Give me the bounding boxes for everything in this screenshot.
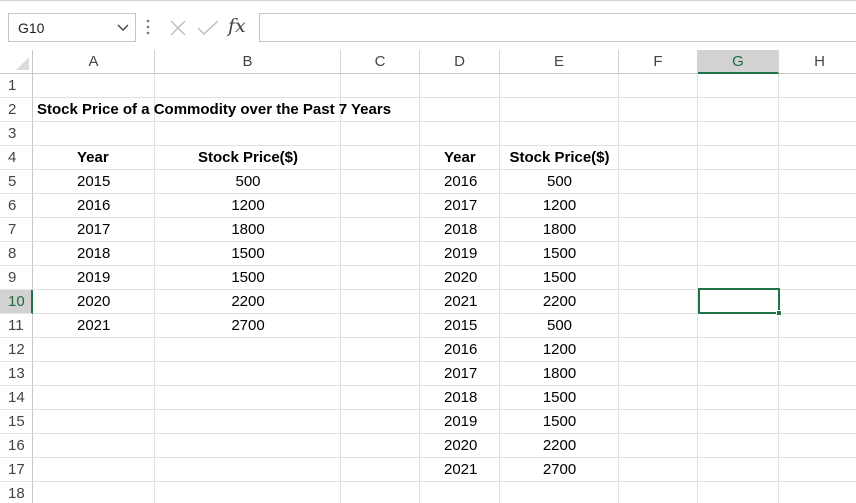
name-box-value: G10 xyxy=(18,20,45,36)
table2-cell-price[interactable]: 1500 xyxy=(500,242,619,266)
row-header-16[interactable]: 16 xyxy=(0,434,33,458)
fill-handle[interactable] xyxy=(776,310,782,316)
sheet-title[interactable]: Stock Price of a Commodity over the Past… xyxy=(37,98,391,122)
table2-cell-year[interactable]: 2019 xyxy=(444,410,500,434)
column-header-a[interactable]: A xyxy=(33,50,155,74)
table1-cell-price[interactable]: 1500 xyxy=(155,242,341,266)
table1-cell-price[interactable]: 1200 xyxy=(155,194,341,218)
table2-cell-year[interactable]: 2021 xyxy=(444,290,500,314)
table1-cell-year[interactable]: 2018 xyxy=(77,242,147,266)
table2-header-year[interactable]: Year xyxy=(444,146,500,170)
table1-cell-year[interactable]: 2016 xyxy=(77,194,147,218)
table2-cell-year[interactable]: 2020 xyxy=(444,434,500,458)
table2-cell-year[interactable]: 2017 xyxy=(444,194,500,218)
table2-cell-year[interactable]: 2016 xyxy=(444,170,500,194)
select-all-icon xyxy=(16,57,29,70)
table2-cell-year[interactable]: 2015 xyxy=(444,314,500,338)
table1-cell-year[interactable]: 2015 xyxy=(77,170,147,194)
row-header-3[interactable]: 3 xyxy=(0,122,33,146)
row-header-18[interactable]: 18 xyxy=(0,482,33,503)
table1-header-price[interactable]: Stock Price($) xyxy=(155,146,341,170)
table2-cell-price[interactable]: 1200 xyxy=(500,338,619,362)
formula-buttons: fx xyxy=(160,13,255,42)
table2-header-price[interactable]: Stock Price($) xyxy=(500,146,619,170)
column-header-d[interactable]: D xyxy=(420,50,500,74)
drag-handle-icon[interactable] xyxy=(145,16,151,38)
checkmark-icon[interactable] xyxy=(197,20,219,40)
chevron-down-icon[interactable] xyxy=(117,20,129,34)
table2-cell-price[interactable]: 2200 xyxy=(500,434,619,458)
row-header-2[interactable]: 2 xyxy=(0,98,33,122)
table2-cell-price[interactable]: 2200 xyxy=(500,290,619,314)
row-header-14[interactable]: 14 xyxy=(0,386,33,410)
row-header-13[interactable]: 13 xyxy=(0,362,33,386)
row-header-9[interactable]: 9 xyxy=(0,266,33,290)
insert-function-icon[interactable]: fx xyxy=(228,15,246,37)
column-header-h[interactable]: H xyxy=(779,50,856,74)
table2-cell-year[interactable]: 2016 xyxy=(444,338,500,362)
table2-cell-price[interactable]: 2700 xyxy=(500,458,619,482)
row-header-11[interactable]: 11 xyxy=(0,314,33,338)
row-header-15[interactable]: 15 xyxy=(0,410,33,434)
table2-cell-price[interactable]: 1500 xyxy=(500,386,619,410)
formula-input[interactable] xyxy=(259,13,856,42)
table2-cell-price[interactable]: 1200 xyxy=(500,194,619,218)
table1-header-year[interactable]: Year xyxy=(77,146,147,170)
table2-cell-year[interactable]: 2020 xyxy=(444,266,500,290)
table1-cell-year[interactable]: 2017 xyxy=(77,218,147,242)
row-header-12[interactable]: 12 xyxy=(0,338,33,362)
table1-cell-price[interactable]: 2700 xyxy=(155,314,341,338)
worksheet-grid: ABCDEFGH 1 2 3 4 5 6 7 8 9 10 11 12 13 14 15 16 17 18 Sto… xyxy=(0,50,856,503)
table2-cell-year[interactable]: 2019 xyxy=(444,242,500,266)
table2-cell-year[interactable]: 2017 xyxy=(444,362,500,386)
table2-cell-year[interactable]: 2018 xyxy=(444,386,500,410)
name-box[interactable]: G10 xyxy=(8,13,136,42)
row-header-4[interactable]: 4 xyxy=(0,146,33,170)
column-header-f[interactable]: F xyxy=(619,50,698,74)
table1-cell-price[interactable]: 2200 xyxy=(155,290,341,314)
table2-cell-price[interactable]: 1800 xyxy=(500,362,619,386)
table2-cell-year[interactable]: 2021 xyxy=(444,458,500,482)
table1-cell-year[interactable]: 2020 xyxy=(77,290,147,314)
cancel-icon[interactable] xyxy=(169,20,187,40)
table2-cell-year[interactable]: 2018 xyxy=(444,218,500,242)
row-header-17[interactable]: 17 xyxy=(0,458,33,482)
table1-cell-price[interactable]: 1500 xyxy=(155,266,341,290)
formula-bar: G10 fx xyxy=(0,0,856,47)
row-header-5[interactable]: 5 xyxy=(0,170,33,194)
row-header-8[interactable]: 8 xyxy=(0,242,33,266)
row-header-6[interactable]: 6 xyxy=(0,194,33,218)
table2-cell-price[interactable]: 500 xyxy=(500,170,619,194)
row-header-1[interactable]: 1 xyxy=(0,74,33,98)
table1-cell-year[interactable]: 2019 xyxy=(77,266,147,290)
table1-cell-price[interactable]: 1800 xyxy=(155,218,341,242)
column-header-b[interactable]: B xyxy=(155,50,341,74)
active-cell-selection[interactable] xyxy=(698,288,782,316)
table1-cell-price[interactable]: 500 xyxy=(155,170,341,194)
table1-cell-year[interactable]: 2021 xyxy=(77,314,147,338)
column-header-g[interactable]: G xyxy=(698,50,779,74)
column-header-c[interactable]: C xyxy=(341,50,420,74)
table2-cell-price[interactable]: 1500 xyxy=(500,266,619,290)
table2-cell-price[interactable]: 500 xyxy=(500,314,619,338)
table2-cell-price[interactable]: 1500 xyxy=(500,410,619,434)
row-header-7[interactable]: 7 xyxy=(0,218,33,242)
table2-cell-price[interactable]: 1800 xyxy=(500,218,619,242)
select-all-button[interactable] xyxy=(0,50,33,74)
column-header-e[interactable]: E xyxy=(500,50,619,74)
row-header-10[interactable]: 10 xyxy=(0,290,33,314)
